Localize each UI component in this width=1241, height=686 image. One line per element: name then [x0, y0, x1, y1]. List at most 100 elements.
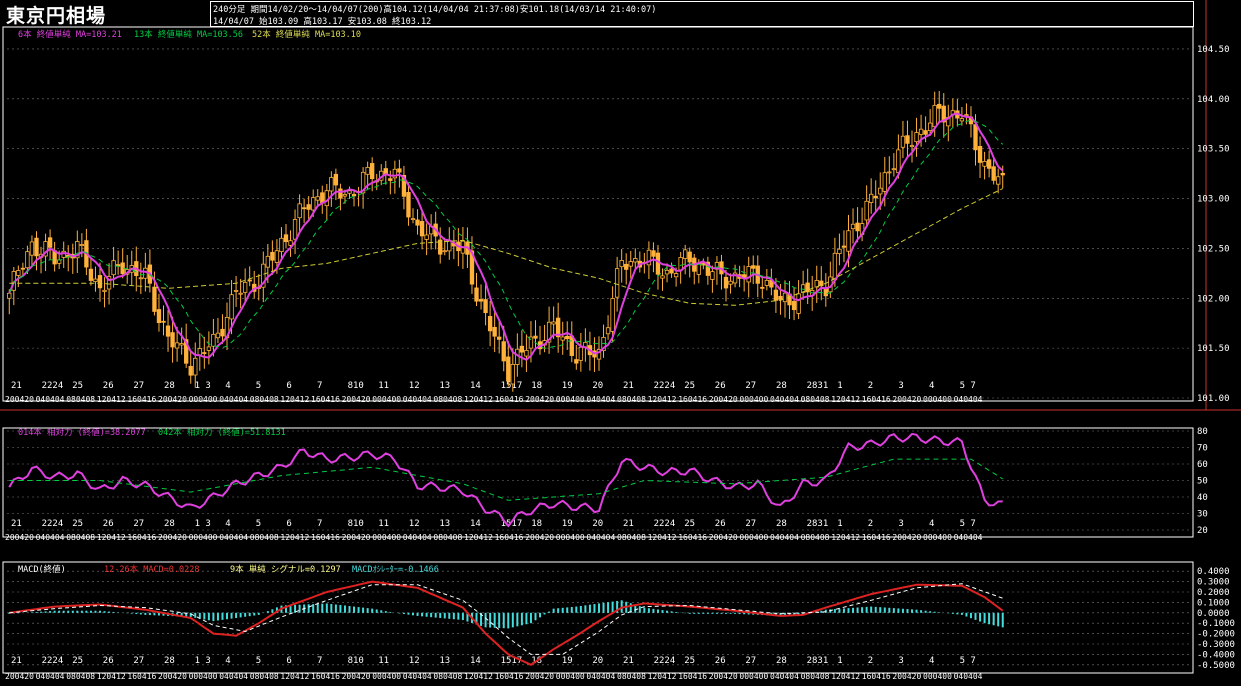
x-time-label: 080408 — [66, 395, 95, 404]
x-time-label: 080408 — [433, 672, 462, 681]
x-day-label: 21 — [623, 656, 634, 666]
x-day-label: 12 — [409, 519, 420, 529]
candle-body — [751, 265, 756, 269]
x-day-label: 11 — [378, 519, 389, 529]
x-time-label: 040404 — [403, 672, 432, 681]
candle-body — [846, 230, 851, 252]
x-time-label: 120412 — [280, 395, 309, 404]
x-day-label: 27 — [745, 519, 756, 529]
candle-body — [229, 294, 234, 320]
x-day-label: 14 — [470, 381, 481, 391]
x-time-label: 080408 — [66, 672, 95, 681]
x-day-label: 1517 — [501, 656, 523, 666]
x-time-label: 200420 — [158, 533, 187, 542]
x-time-label: 000400 — [372, 395, 401, 404]
candle-body — [202, 352, 207, 354]
x-day-label: 2 — [868, 656, 873, 666]
candle-body — [850, 223, 856, 230]
x-day-label: 1 3 — [195, 519, 211, 529]
candle-body — [497, 336, 502, 340]
candle-body — [415, 219, 420, 226]
candle-body — [161, 320, 166, 323]
candle-body — [510, 364, 515, 385]
candle-body — [487, 316, 493, 332]
candle-body — [265, 255, 271, 268]
x-time-label: 040404 — [219, 533, 248, 542]
candle-body — [977, 145, 983, 163]
x-time-label: 200420 — [342, 672, 371, 681]
x-time-label: 040404 — [586, 533, 615, 542]
candle-body — [442, 250, 447, 253]
x-day-label: 20 — [592, 381, 603, 391]
candle-body — [551, 321, 556, 325]
candle-body — [242, 281, 248, 293]
candle-body — [914, 132, 919, 143]
y-tick-label: 104.50 — [1197, 45, 1230, 55]
x-day-label: 2224 — [42, 519, 64, 529]
candle-body — [152, 286, 157, 312]
x-time-label: 120412 — [648, 672, 677, 681]
candle-body — [351, 194, 357, 197]
x-day-label: 12 — [409, 656, 420, 666]
x-day-label: 27 — [133, 519, 144, 529]
x-day-label: 19 — [562, 381, 573, 391]
x-time-label: 040404 — [954, 533, 983, 542]
candle-body — [932, 104, 937, 128]
x-day-label: 26 — [715, 656, 726, 666]
candle-body — [47, 237, 53, 248]
candle-body — [333, 173, 339, 186]
x-day-label: 25 — [72, 519, 83, 529]
candle-body — [342, 193, 348, 197]
candle-body — [174, 342, 180, 349]
x-day-label: 21 — [11, 656, 22, 666]
x-day-label: 1 — [837, 519, 842, 529]
x-day-label: 6 — [286, 519, 291, 529]
candle-body — [710, 271, 715, 280]
candle-body — [841, 245, 847, 248]
x-time-label: 000400 — [739, 395, 768, 404]
x-time-label: 040404 — [403, 533, 432, 542]
x-day-label: 5 7 — [960, 519, 976, 529]
candle-body — [896, 149, 901, 174]
candle-body — [869, 193, 874, 203]
candle-body — [533, 335, 538, 339]
y-tick-label: 102.00 — [1197, 294, 1230, 304]
candle-body — [34, 237, 39, 257]
x-day-label: 2224 — [654, 381, 676, 391]
x-day-label: 5 — [256, 519, 261, 529]
y-tick-label: 20 — [1197, 526, 1208, 536]
candle-body — [651, 250, 656, 257]
x-day-label: 5 7 — [960, 656, 976, 666]
x-time-label: 000400 — [189, 395, 218, 404]
candle-body — [270, 251, 275, 261]
x-time-label: 000400 — [739, 533, 768, 542]
candle-body — [569, 335, 574, 356]
x-day-label: 2224 — [654, 656, 676, 666]
candle-body — [633, 258, 638, 263]
x-time-label: 000400 — [556, 672, 585, 681]
y-tick-label: 0.4000 — [1197, 567, 1230, 577]
x-day-label: 810 — [348, 519, 364, 529]
candle-body — [991, 166, 996, 181]
x-time-label: 040404 — [770, 533, 799, 542]
candle-body — [655, 252, 661, 275]
x-time-label: 120412 — [280, 533, 309, 542]
x-day-label: 4 — [225, 519, 230, 529]
candle-body — [923, 130, 928, 135]
y-tick-label: 80 — [1197, 427, 1208, 437]
candle-body — [782, 292, 788, 303]
x-day-label: 26 — [103, 381, 114, 391]
candle-body — [143, 267, 148, 279]
candle-body — [905, 135, 910, 144]
candle-body — [678, 257, 683, 271]
x-day-label: 7 — [317, 519, 322, 529]
candle-body — [20, 267, 26, 270]
x-time-label: 000400 — [923, 533, 952, 542]
x-time-label: 040404 — [36, 672, 65, 681]
candle-body — [311, 197, 316, 211]
candle-body — [188, 365, 193, 376]
x-time-label: 040404 — [954, 672, 983, 681]
x-time-label: 160416 — [127, 533, 156, 542]
x-time-label: 120412 — [464, 395, 493, 404]
x-time-label: 200420 — [158, 672, 187, 681]
